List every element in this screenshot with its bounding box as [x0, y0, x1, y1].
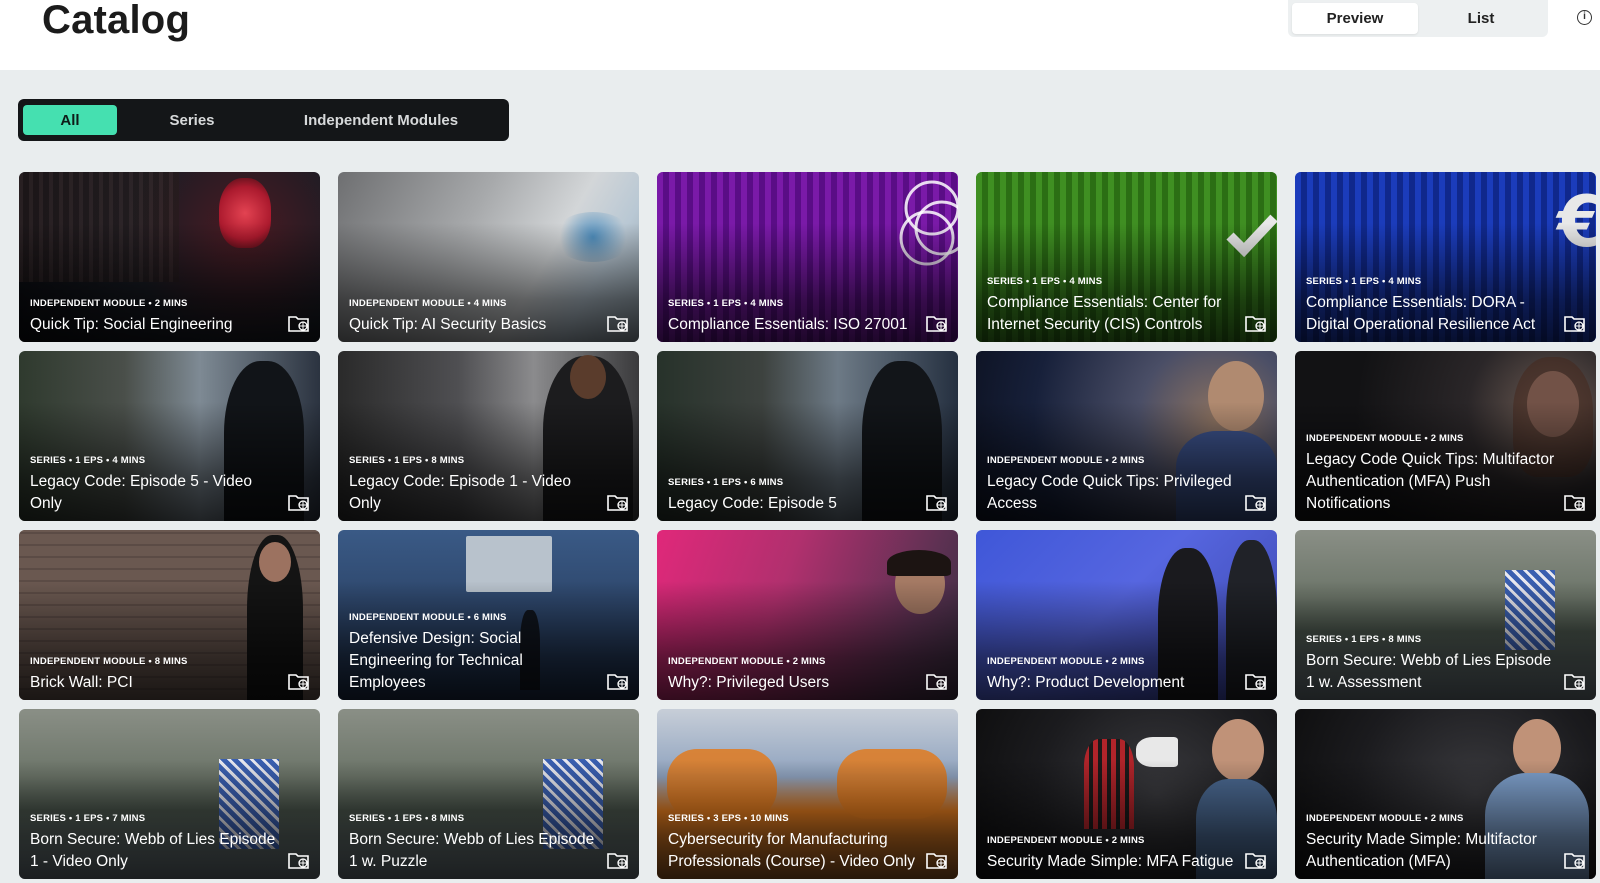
- card-meta: INDEPENDENT MODULE • 2 mins: [1306, 433, 1464, 444]
- card-meta: SERIES • 1 EPS • 8 mins: [349, 455, 465, 466]
- folder-globe-icon: [926, 316, 947, 332]
- card-meta: SERIES • 1 EPS • 4 mins: [30, 455, 146, 466]
- catalog-card[interactable]: SERIES • 3 EPS • 10 mins Cybersecurity f…: [657, 709, 958, 879]
- card-title: Cybersecurity for Manufacturing Professi…: [668, 831, 915, 870]
- folder-globe-icon: [926, 853, 947, 869]
- card-meta: INDEPENDENT MODULE • 2 mins: [987, 835, 1145, 846]
- catalog-card[interactable]: SERIES • 1 EPS • 8 mins Legacy Code: Epi…: [338, 351, 639, 521]
- catalog-grid: INDEPENDENT MODULE • 2 mins Quick Tip: S…: [19, 172, 1600, 879]
- folder-globe-icon: [607, 316, 628, 332]
- card-title: Why?: Privileged Users: [668, 674, 830, 691]
- folder-globe-icon: [288, 495, 309, 511]
- card-title: Legacy Code Quick Tips: Privileged Acces…: [987, 473, 1232, 512]
- catalog-card[interactable]: SERIES • 1 EPS • 8 mins Born Secure: Web…: [338, 709, 639, 879]
- folder-globe-icon: [926, 674, 947, 690]
- catalog-card[interactable]: SERIES • 1 EPS • 4 mins Compliance Essen…: [976, 172, 1277, 342]
- card-title: Born Secure: Webb of Lies Episode 1 - Vi…: [30, 831, 276, 870]
- card-title: Born Secure: Webb of Lies Episode 1 w. A…: [1306, 652, 1552, 691]
- catalog-card[interactable]: INDEPENDENT MODULE • 2 mins Quick Tip: S…: [19, 172, 320, 342]
- card-meta: SERIES • 3 EPS • 10 mins: [668, 813, 789, 824]
- catalog-card[interactable]: SERIES • 1 EPS • 4 mins Legacy Code: Epi…: [19, 351, 320, 521]
- card-meta: SERIES • 1 EPS • 8 mins: [349, 813, 465, 824]
- folder-globe-icon: [607, 853, 628, 869]
- card-meta: INDEPENDENT MODULE • 6 mins: [349, 612, 507, 623]
- list-view-button[interactable]: List: [1418, 3, 1544, 34]
- card-meta: INDEPENDENT MODULE • 2 mins: [987, 656, 1145, 667]
- card-meta: SERIES • 1 EPS • 7 mins: [30, 813, 146, 824]
- folder-globe-icon: [1564, 495, 1585, 511]
- catalog-card[interactable]: INDEPENDENT MODULE • 8 mins Brick Wall: …: [19, 530, 320, 700]
- catalog-card[interactable]: INDEPENDENT MODULE • 6 mins Defensive De…: [338, 530, 639, 700]
- folder-globe-icon: [1564, 316, 1585, 332]
- card-title: Quick Tip: AI Security Basics: [349, 316, 547, 333]
- card-title: Legacy Code Quick Tips: Multifactor Auth…: [1306, 451, 1555, 512]
- card-title: Quick Tip: Social Engineering: [30, 316, 233, 333]
- card-meta: INDEPENDENT MODULE • 2 mins: [1306, 813, 1464, 824]
- card-title: Legacy Code: Episode 5 - Video Only: [30, 473, 253, 512]
- catalog-card[interactable]: INDEPENDENT MODULE • 2 mins Legacy Code …: [1295, 351, 1596, 521]
- card-meta: SERIES • 1 EPS • 6 mins: [668, 477, 784, 488]
- folder-globe-icon: [1564, 853, 1585, 869]
- filter-tab-series[interactable]: Series: [117, 105, 267, 135]
- folder-globe-icon: [288, 316, 309, 332]
- card-meta: SERIES • 1 EPS • 4 mins: [1306, 276, 1422, 287]
- catalog-card[interactable]: INDEPENDENT MODULE • 2 mins Why?: Produc…: [976, 530, 1277, 700]
- folder-globe-icon: [926, 495, 947, 511]
- folder-globe-icon: [1245, 316, 1266, 332]
- catalog-card[interactable]: INDEPENDENT MODULE • 2 mins Why?: Privil…: [657, 530, 958, 700]
- card-meta: SERIES • 1 EPS • 4 mins: [668, 298, 784, 309]
- card-title: Legacy Code: Episode 5: [668, 495, 837, 512]
- folder-globe-icon: [607, 674, 628, 690]
- filter-bar: All Series Independent Modules: [18, 99, 509, 141]
- view-toggle: Preview List: [1288, 0, 1548, 37]
- folder-globe-icon: [1245, 674, 1266, 690]
- card-title: Security Made Simple: Multifactor Authen…: [1306, 831, 1537, 870]
- folder-globe-icon: [607, 495, 628, 511]
- folder-globe-icon: [288, 853, 309, 869]
- card-meta: INDEPENDENT MODULE • 2 mins: [30, 298, 188, 309]
- catalog-card[interactable]: INDEPENDENT MODULE • 2 mins Legacy Code …: [976, 351, 1277, 521]
- card-meta: INDEPENDENT MODULE • 8 mins: [30, 656, 188, 667]
- card-title: Defensive Design: Social Engineering for…: [349, 630, 523, 691]
- catalog-card[interactable]: INDEPENDENT MODULE • 4 mins Quick Tip: A…: [338, 172, 639, 342]
- catalog-card[interactable]: SERIES • 1 EPS • 8 mins Born Secure: Web…: [1295, 530, 1596, 700]
- card-meta: SERIES • 1 EPS • 4 mins: [987, 276, 1103, 287]
- preview-view-button[interactable]: Preview: [1292, 3, 1418, 34]
- folder-globe-icon: [1245, 853, 1266, 869]
- card-meta: INDEPENDENT MODULE • 2 mins: [987, 455, 1145, 466]
- catalog-card[interactable]: SERIES • 1 EPS • 6 mins Legacy Code: Epi…: [657, 351, 958, 521]
- catalog-card[interactable]: SERIES • 1 EPS • 7 mins Born Secure: Web…: [19, 709, 320, 879]
- catalog-card[interactable]: € SERIES • 1 EPS • 4 mins Compliance Ess…: [1295, 172, 1596, 342]
- card-title: Why?: Product Development: [987, 674, 1185, 691]
- card-title: Compliance Essentials: Center for Intern…: [987, 294, 1222, 333]
- card-title: Legacy Code: Episode 1 - Video Only: [349, 473, 572, 512]
- catalog-card[interactable]: INDEPENDENT MODULE • 2 mins Security Mad…: [1295, 709, 1596, 879]
- catalog-card[interactable]: INDEPENDENT MODULE • 2 mins Security Mad…: [976, 709, 1277, 879]
- page-title: Catalog: [42, 0, 191, 42]
- card-meta: SERIES • 1 EPS • 8 mins: [1306, 634, 1422, 645]
- info-icon[interactable]: i: [1577, 10, 1592, 25]
- card-meta: INDEPENDENT MODULE • 4 mins: [349, 298, 507, 309]
- header: Catalog Preview List i: [0, 0, 1600, 70]
- card-title: Security Made Simple: MFA Fatigue: [987, 853, 1234, 870]
- card-meta: INDEPENDENT MODULE • 2 mins: [668, 656, 826, 667]
- card-title: Brick Wall: PCI: [30, 674, 133, 691]
- card-title: Compliance Essentials: DORA - Digital Op…: [1306, 294, 1536, 333]
- filter-tab-independent-modules[interactable]: Independent Modules: [267, 105, 495, 135]
- card-title: Born Secure: Webb of Lies Episode 1 w. P…: [349, 831, 595, 870]
- filter-tab-all[interactable]: All: [23, 105, 117, 135]
- card-title: Compliance Essentials: ISO 27001: [668, 316, 908, 333]
- folder-globe-icon: [1564, 674, 1585, 690]
- folder-globe-icon: [288, 674, 309, 690]
- catalog-card[interactable]: SERIES • 1 EPS • 4 mins Compliance Essen…: [657, 172, 958, 342]
- folder-globe-icon: [1245, 495, 1266, 511]
